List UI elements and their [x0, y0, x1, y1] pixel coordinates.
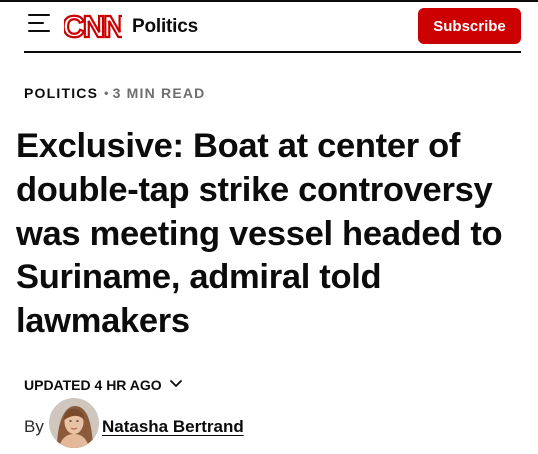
cnn-logo[interactable]: CNN	[64, 10, 122, 42]
top-border	[0, 0, 538, 2]
hamburger-menu-icon[interactable]	[28, 14, 50, 34]
svg-text:CNN: CNN	[64, 10, 122, 42]
article-headline: Exclusive: Boat at center of double-tap …	[16, 127, 503, 341]
updated-label: UPDATED 4 HR AGO	[24, 377, 162, 393]
article-meta: POLITICS • 3 MIN READ	[24, 85, 205, 101]
author-avatar[interactable]	[49, 398, 99, 448]
meta-separator: •	[104, 86, 110, 100]
chevron-down-icon[interactable]	[169, 375, 182, 391]
author-link[interactable]: Natasha Bertrand	[102, 417, 244, 437]
read-time: 3 MIN READ	[112, 85, 206, 101]
updated-timestamp[interactable]: UPDATED 4 HR AGO	[24, 375, 182, 393]
byline-prefix: By	[24, 417, 44, 436]
header-divider	[24, 51, 521, 53]
subscribe-button[interactable]: Subscribe	[418, 8, 521, 44]
site-header: CNN Politics Subscribe	[24, 8, 521, 44]
section-title[interactable]: Politics	[132, 16, 198, 38]
category-link[interactable]: POLITICS	[24, 85, 98, 101]
